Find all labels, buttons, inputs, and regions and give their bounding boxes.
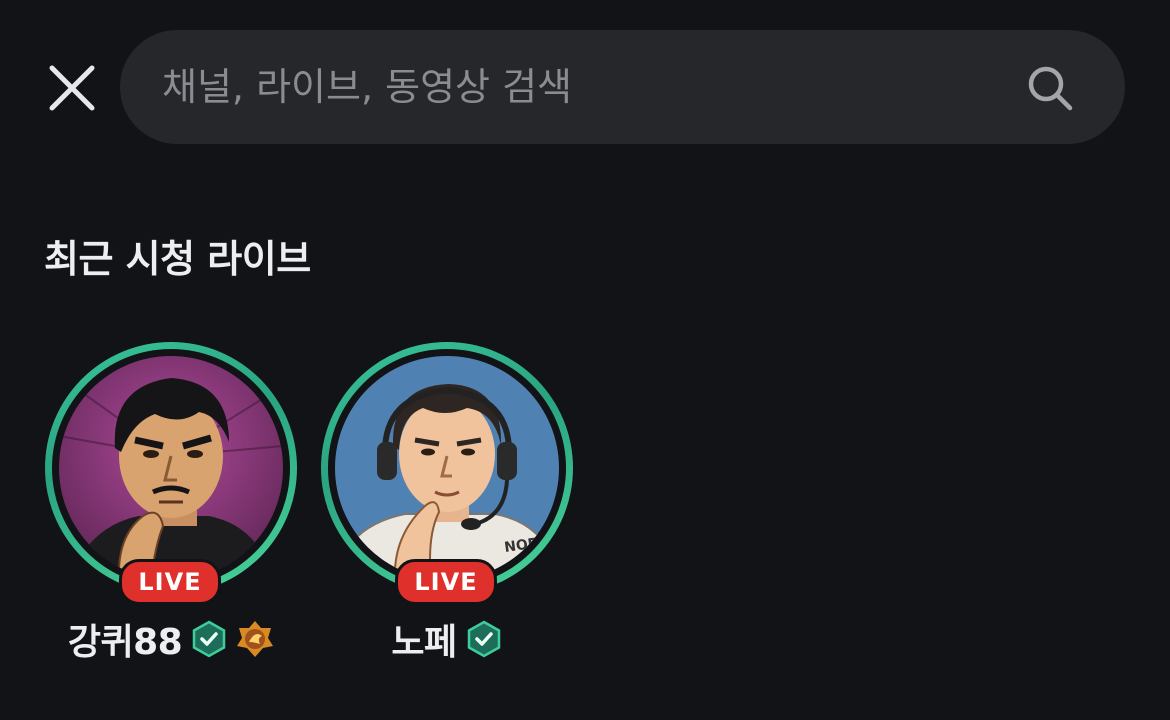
live-badge: LIVE <box>395 559 497 605</box>
avatar-illustration <box>59 356 283 580</box>
avatar-illustration: NOFE <box>335 356 559 580</box>
close-button[interactable] <box>44 60 100 116</box>
search-input[interactable] <box>162 30 1002 144</box>
channel-avatar: NOFE <box>335 356 559 580</box>
live-channel-item[interactable]: NOFE LIVE 노페 <box>321 342 573 672</box>
close-icon <box>49 65 95 111</box>
channel-name-row: 노페 <box>321 614 573 664</box>
search-bar <box>120 30 1125 144</box>
verified-badge-icon <box>190 620 228 658</box>
section-title: 최근 시청 라이브 <box>44 237 311 281</box>
search-button[interactable] <box>1025 63 1075 113</box>
verified-badge-icon <box>465 620 503 658</box>
channel-name: 강퀴88 <box>67 622 183 663</box>
channel-name-row: 강퀴88 <box>45 614 297 664</box>
channel-avatar <box>59 356 283 580</box>
channel-name: 노페 <box>391 622 457 663</box>
live-badge: LIVE <box>119 559 221 605</box>
dragon-emblem-icon <box>236 620 274 658</box>
search-screen: 최근 시청 라이브 <box>0 0 1170 720</box>
live-channel-item[interactable]: LIVE 강퀴88 <box>45 342 297 672</box>
search-icon <box>1028 66 1073 111</box>
